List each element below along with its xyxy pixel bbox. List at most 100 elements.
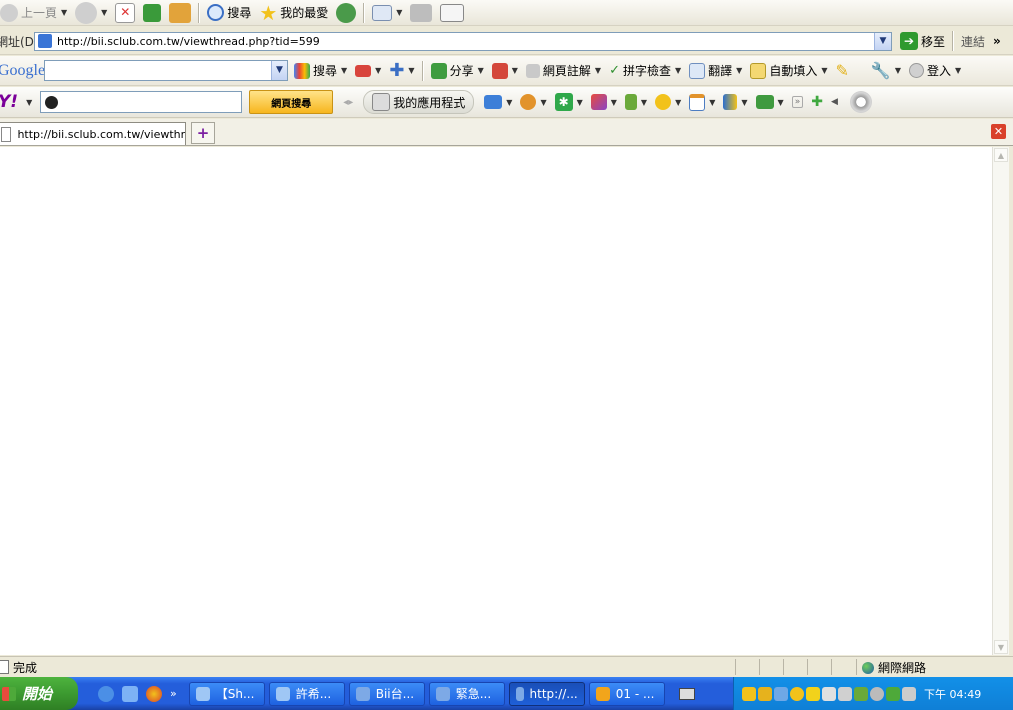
refresh-button[interactable] <box>139 2 165 24</box>
yahoo-menu-dropdown-icon[interactable]: ▼ <box>26 98 32 107</box>
forward-button[interactable]: ▼ <box>71 1 111 24</box>
calendar-dropdown-icon[interactable]: ▼ <box>709 98 715 107</box>
google-add-button[interactable]: ✚ ▼ <box>385 60 418 82</box>
yahoo-search-button[interactable]: 網頁搜尋 <box>249 90 334 114</box>
annotate-dropdown-icon[interactable]: ▼ <box>595 66 601 75</box>
quicklaunch-overflow[interactable]: » <box>170 687 177 700</box>
google-search-dropdown-icon[interactable]: ▼ <box>271 61 287 80</box>
share-dropdown-icon[interactable]: ▼ <box>478 66 484 75</box>
stop-button[interactable]: ✕ <box>111 2 139 24</box>
yahoo-emoji-button[interactable]: ▼ <box>651 91 685 113</box>
yahoo-game-button[interactable]: ▼ <box>752 91 788 113</box>
back-dropdown-icon[interactable]: ▼ <box>61 8 67 17</box>
mail-button[interactable]: ▼ <box>368 2 406 24</box>
back-button[interactable]: 上一頁 ▼ <box>0 2 71 24</box>
toolbar-grip-icon[interactable]: ◂▸ <box>343 97 353 108</box>
google-login-button[interactable]: 登入 ▼ <box>905 60 965 82</box>
translate-dropdown-icon[interactable]: ▼ <box>736 66 742 75</box>
shield-tray-icon[interactable] <box>758 686 772 701</box>
yahoo-mail-dropdown-icon[interactable]: ▼ <box>506 98 512 107</box>
yahoo-book-button[interactable]: ▼ <box>621 91 651 113</box>
google-search-options-icon[interactable]: ▼ <box>341 66 347 75</box>
edit-button[interactable] <box>436 2 468 24</box>
yahoo-calendar-button[interactable]: ▼ <box>685 91 719 113</box>
mail-dropdown-icon[interactable]: ▼ <box>396 8 402 17</box>
popup-dropdown-icon[interactable]: ▼ <box>512 66 518 75</box>
game-dropdown-icon[interactable]: ▼ <box>778 98 784 107</box>
google-search-button[interactable]: 搜尋 ▼ <box>290 60 351 82</box>
share-button[interactable]: 分享 ▼ <box>427 60 488 82</box>
forward-dropdown-icon[interactable]: ▼ <box>101 8 107 17</box>
taskbar-item-3[interactable]: 緊急... <box>428 681 505 706</box>
scroll-up-icon[interactable]: ▲ <box>994 148 1008 162</box>
keyboard-icon[interactable] <box>678 687 695 700</box>
new-tab-button[interactable]: + <box>191 122 215 144</box>
google-bookmark-button[interactable]: ▼ <box>351 60 385 82</box>
display-tray-icon[interactable] <box>822 686 836 701</box>
add-dropdown-icon[interactable]: ▼ <box>408 66 414 75</box>
clock[interactable]: 下午 04:49 <box>924 686 981 702</box>
yahoo-add-app-button[interactable]: ✚ <box>807 91 827 113</box>
home-button[interactable] <box>165 2 195 24</box>
autofill-dropdown-icon[interactable]: ▼ <box>821 66 827 75</box>
taskbar-item-1[interactable]: 許希... <box>268 681 345 706</box>
star-dropdown-icon[interactable]: ▼ <box>577 98 583 107</box>
login-dropdown-icon[interactable]: ▼ <box>955 66 961 75</box>
my-apps-button[interactable]: 我的應用程式 <box>363 90 475 114</box>
address-dropdown-icon[interactable]: ▼ <box>874 32 891 50</box>
yahoo-star-button[interactable]: ✱ ▼ <box>551 91 587 113</box>
go-button[interactable]: ➔ 移至 <box>896 30 949 52</box>
links-more-chevron[interactable]: » <box>993 34 1001 48</box>
internet-zone[interactable]: 網際網路 <box>862 659 926 676</box>
yahoo-settings-button[interactable] <box>846 91 876 113</box>
spellcheck-dropdown-icon[interactable]: ▼ <box>675 66 681 75</box>
smiley-tray-icon[interactable] <box>790 686 804 701</box>
yahoo-messenger-button[interactable]: ▼ <box>516 91 550 113</box>
page-content-area[interactable] <box>0 147 992 655</box>
search-tray-icon[interactable] <box>902 686 916 701</box>
yahoo-mail-button[interactable]: ▼ <box>480 91 516 113</box>
yahoo-color-button[interactable]: ▼ <box>587 91 621 113</box>
bookmark-dropdown-icon[interactable]: ▼ <box>375 66 381 75</box>
volume-tray-icon[interactable] <box>838 686 852 701</box>
browser-tab[interactable]: http://bii.sclub.com.tw/viewthread... <box>0 121 186 145</box>
annotate-button[interactable]: 網頁註解 ▼ <box>522 60 605 82</box>
address-field[interactable]: http://bii.sclub.com.tw/viewthread.php?t… <box>34 31 892 51</box>
translate-button[interactable]: 翻譯 ▼ <box>685 60 746 82</box>
quicklaunch-media-icon[interactable] <box>146 685 162 702</box>
messenger-dropdown-icon[interactable]: ▼ <box>540 98 546 107</box>
mail-tray-icon[interactable] <box>742 686 756 701</box>
search-button[interactable]: 搜尋 <box>203 2 255 24</box>
warning-tray-icon[interactable] <box>806 686 820 701</box>
color-dropdown-icon[interactable]: ▼ <box>611 98 617 107</box>
disc-tray-icon[interactable] <box>870 686 884 701</box>
emoji-dropdown-icon[interactable]: ▼ <box>675 98 681 107</box>
yahoo-scroll-left-button[interactable]: ◀ <box>827 91 842 113</box>
links-label[interactable]: 連結 <box>961 33 985 50</box>
vertical-scrollbar[interactable]: ▲ ▼ <box>992 147 1009 655</box>
settings-dropdown-icon[interactable]: ▼ <box>895 66 901 75</box>
history-button[interactable] <box>332 2 360 24</box>
yahoo-shield-button[interactable]: ▼ <box>719 91 751 113</box>
start-button[interactable]: 開始 <box>0 677 78 710</box>
taskbar-item-5[interactable]: 01 - ... <box>588 681 665 706</box>
update-tray-icon[interactable] <box>886 686 900 701</box>
yahoo-more-button[interactable]: » <box>788 91 808 113</box>
taskbar-item-2[interactable]: Bii台... <box>348 681 425 706</box>
quicklaunch-browser-icon[interactable] <box>122 685 138 702</box>
yahoo-search-input[interactable] <box>40 91 243 113</box>
popup-blocker-button[interactable]: ▼ <box>488 60 522 82</box>
google-settings-button[interactable]: 🔧 ▼ <box>867 60 905 82</box>
quicklaunch-ie-icon[interactable] <box>98 685 114 702</box>
autofill-button[interactable]: 自動填入 ▼ <box>746 60 831 82</box>
nvidia-tray-icon[interactable] <box>854 686 868 701</box>
yahoo-logo[interactable]: Y! <box>0 92 18 112</box>
book-dropdown-icon[interactable]: ▼ <box>641 98 647 107</box>
favorites-button[interactable]: ★ 我的最愛 <box>255 2 332 24</box>
print-button[interactable] <box>406 2 436 24</box>
network-tray-icon[interactable] <box>774 686 788 701</box>
address-url[interactable]: http://bii.sclub.com.tw/viewthread.php?t… <box>57 35 320 48</box>
google-search-input[interactable]: ▼ <box>44 60 288 81</box>
shield-dropdown-icon[interactable]: ▼ <box>741 98 747 107</box>
scroll-down-icon[interactable]: ▼ <box>994 640 1008 654</box>
